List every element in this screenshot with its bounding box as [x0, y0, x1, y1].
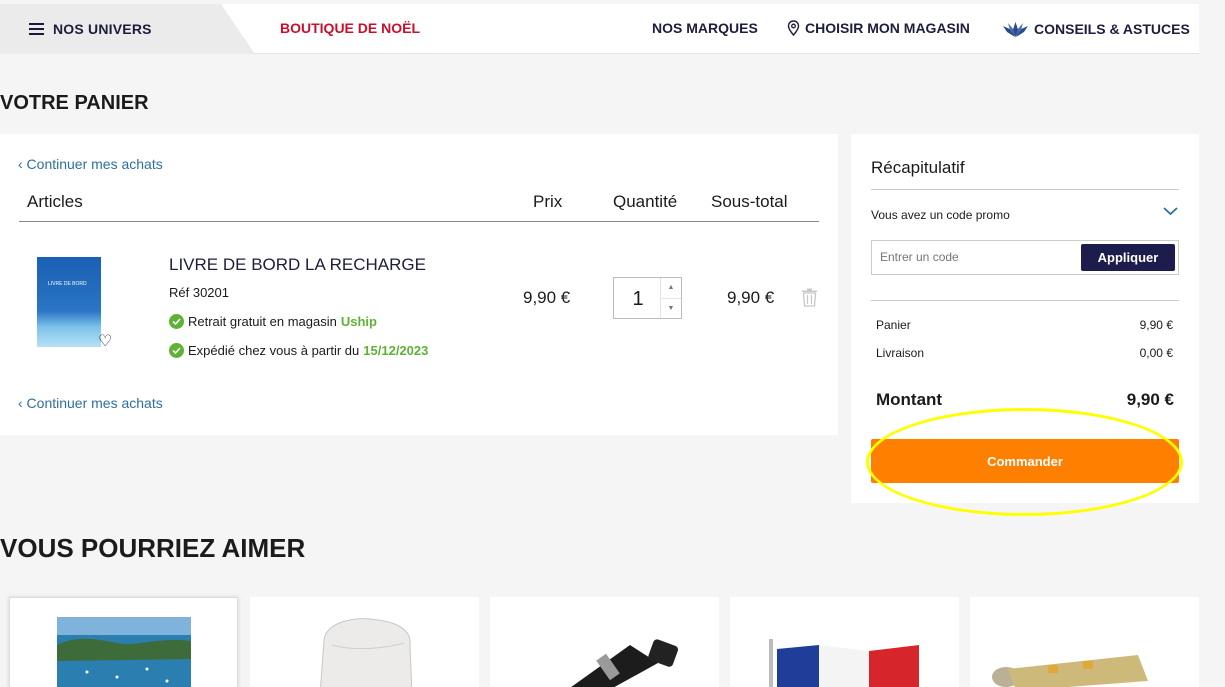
quantite-header: Quantité: [613, 192, 678, 211]
quantity-stepper[interactable]: 1 ▲ ▼: [613, 277, 682, 319]
item-price: 9,90 €: [523, 288, 571, 307]
sous-total-header: Sous-total: [711, 192, 788, 211]
product-card[interactable]: [9, 597, 238, 687]
promo-code-toggle[interactable]: Vous avez un code promo: [871, 208, 1010, 222]
product-image: [320, 618, 413, 687]
product-card[interactable]: [970, 597, 1199, 687]
expedition-text: Expédié chez vous à partir du: [188, 343, 360, 358]
articles-header: Articles: [27, 192, 83, 211]
product-image: [571, 639, 679, 687]
nos-marques-link[interactable]: NOS MARQUES: [652, 20, 758, 36]
nos-univers-label: NOS UNIVERS: [53, 21, 152, 37]
product-image: [57, 617, 191, 687]
quantity-down-icon[interactable]: ▼: [661, 298, 681, 318]
summary-divider: [871, 300, 1179, 301]
location-pin-icon: [787, 20, 800, 36]
check-circle-icon: [169, 343, 184, 358]
quantity-up-icon[interactable]: ▲: [661, 278, 681, 298]
panier-value: 9,90 €: [1139, 318, 1173, 332]
choisir-magasin-link[interactable]: CHOISIR MON MAGASIN: [787, 20, 970, 36]
retrait-availability: Retrait gratuit en magasin Uship: [169, 314, 377, 329]
recommendations-title: VOUS POURRIEZ AIMER: [0, 533, 306, 563]
montant-value: 9,90 €: [1126, 390, 1174, 409]
montant-label: Montant: [876, 390, 943, 409]
retrait-store: Uship: [340, 314, 377, 329]
boutique-noel-link[interactable]: BOUTIQUE DE NOËL: [280, 20, 420, 36]
header-divider: [19, 221, 819, 222]
livraison-value: 0,00 €: [1139, 346, 1173, 360]
lotus-icon: [1003, 22, 1028, 37]
page-title: VOTRE PANIER: [0, 92, 149, 114]
appliquer-button[interactable]: Appliquer: [1081, 244, 1175, 271]
expedition-date: 15/12/2023: [363, 343, 429, 358]
summary-title: Récapitulatif: [871, 158, 965, 177]
continue-shopping-link-bottom[interactable]: ‹ Continuer mes achats: [18, 395, 163, 411]
retrait-text: Retrait gratuit en magasin: [188, 314, 337, 329]
product-reference: Réf 30201: [169, 285, 229, 300]
conseils-astuces-label: CONSEILS & ASTUCES: [1034, 21, 1190, 37]
heart-icon[interactable]: ♡: [98, 331, 112, 351]
product-card[interactable]: [490, 597, 719, 687]
chevron-down-icon[interactable]: [1163, 206, 1178, 216]
top-navigation: NOS UNIVERS BOUTIQUE DE NOËL NOS MARQUES…: [0, 4, 1199, 54]
promo-code-input[interactable]: [880, 250, 1070, 264]
choisir-magasin-label: CHOISIR MON MAGASIN: [805, 20, 970, 36]
summary-divider: [871, 189, 1179, 190]
quantity-value[interactable]: 1: [614, 288, 662, 311]
conseils-astuces-link[interactable]: CONSEILS & ASTUCES: [1002, 20, 1190, 38]
promo-code-form: Appliquer: [871, 240, 1179, 275]
commander-button[interactable]: Commander: [871, 439, 1179, 483]
continue-shopping-link-top[interactable]: ‹ Continuer mes achats: [18, 156, 163, 172]
cart-panel: ‹ Continuer mes achats Articles Prix Qua…: [0, 134, 838, 435]
livraison-label: Livraison: [876, 346, 925, 360]
item-subtotal: 9,90 €: [727, 288, 775, 307]
check-circle-icon: [169, 314, 184, 329]
product-image[interactable]: LIVRE DE BORD: [37, 257, 101, 347]
trash-icon[interactable]: [801, 288, 818, 307]
nos-marques-label: NOS MARQUES: [652, 20, 758, 36]
prix-header: Prix: [533, 192, 563, 211]
summary-panel: Récapitulatif Vous avez un code promo Ap…: [851, 134, 1199, 503]
product-image-text: LIVRE DE BORD: [48, 281, 87, 287]
panier-label: Panier: [876, 318, 911, 332]
expedition-availability: Expédié chez vous à partir du 15/12/2023: [169, 343, 428, 358]
product-image: [769, 639, 919, 687]
quantity-spinner: ▲ ▼: [660, 278, 681, 318]
product-card[interactable]: [250, 597, 479, 687]
product-card[interactable]: [730, 597, 959, 687]
nos-univers-menu[interactable]: NOS UNIVERS: [0, 4, 255, 54]
product-image: [992, 655, 1148, 687]
product-name[interactable]: LIVRE DE BORD LA RECHARGE: [169, 255, 426, 275]
menu-icon: [29, 23, 44, 35]
